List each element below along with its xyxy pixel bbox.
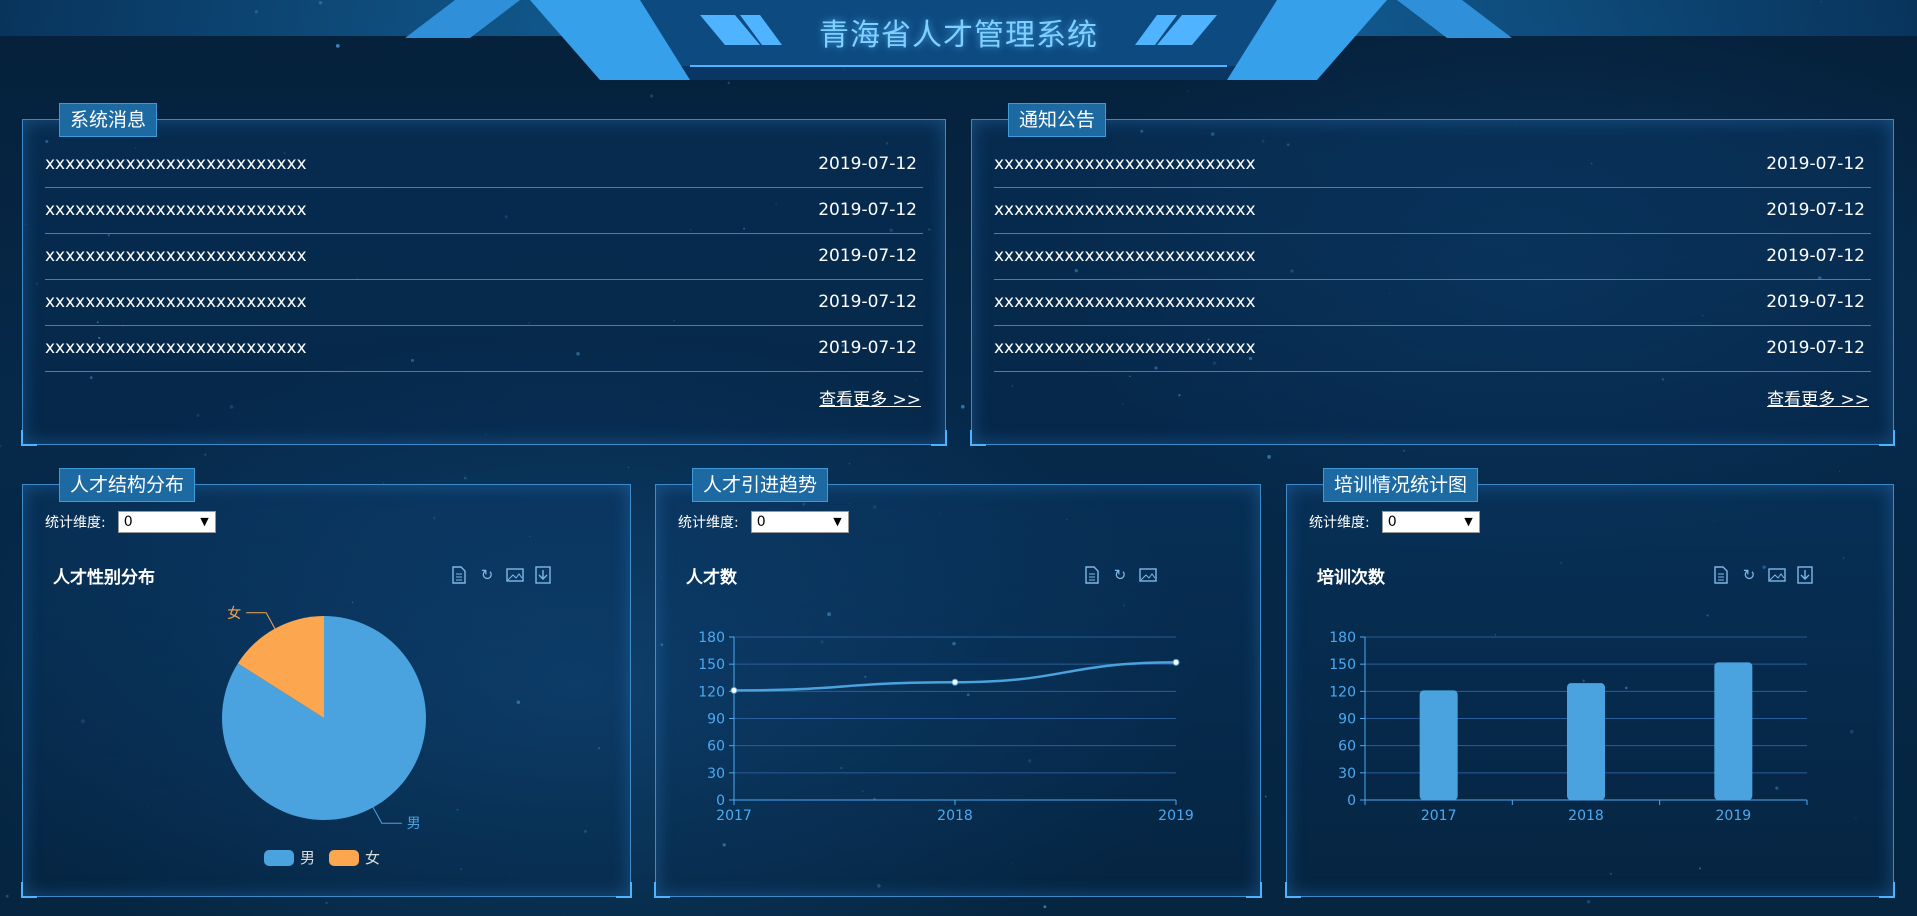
star-dot [463,476,467,480]
talent-trend-panel: 人才引进趋势 统计维度: 0 ▼ 人才数 ↻ 0 30 60 90 120 150 180 20… [654,468,1262,898]
list-item[interactable]: xxxxxxxxxxxxxxxxxxxxxxxxxx 2019-07-12 [45,326,923,372]
bar-2019[interactable] [1714,662,1753,800]
list-item[interactable]: xxxxxxxxxxxxxxxxxxxxxxxxxx 2019-07-12 [45,234,923,280]
message-text: xxxxxxxxxxxxxxxxxxxxxxxxxx [45,154,307,174]
legend-label[interactable]: 男 [300,849,315,867]
training-count-bar-chart: 0 30 60 90 120 150 180 2017 2018 2019 [1329,630,1808,824]
star-dot [1586,900,1591,904]
y-tick-label: 180 [1329,630,1356,646]
system-messages-panel: 系统消息 xxxxxxxxxxxxxxxxxxxxxxxxxx 2019-07-1… [21,103,947,446]
series-line [733,661,1177,692]
star-dot [204,453,207,456]
legend-swatch[interactable] [264,850,294,866]
message-text: xxxxxxxxxxxxxxxxxxxxxxxxxx [45,292,307,312]
message-date: 2019-07-12 [818,200,917,220]
x-tick-label: 2019 [1716,808,1752,824]
star-dot [627,466,630,469]
y-tick-label: 0 [716,793,725,809]
talent-structure-panel: 人才结构分布 统计维度: 0 ▼ 人才性别分布 ↻ 男女 男女 [21,468,632,898]
notice-text: xxxxxxxxxxxxxxxxxxxxxxxxxx [994,292,1256,312]
y-tick-label: 30 [1338,766,1356,782]
star-dot [650,94,654,98]
message-date: 2019-07-12 [818,292,917,312]
pie-label-line [246,612,276,629]
data-point-2019[interactable] [1172,658,1180,666]
notice-text: xxxxxxxxxxxxxxxxxxxxxxxxxx [994,338,1256,358]
system-messages-more-link[interactable]: 查看更多 >> [819,385,921,410]
star-dot [1403,450,1405,452]
notices-more-link[interactable]: 查看更多 >> [1767,385,1869,410]
list-item[interactable]: xxxxxxxxxxxxxxxxxxxxxxxxxx 2019-07-12 [45,280,923,326]
y-tick-label: 0 [1347,793,1356,809]
x-tick-label: 2018 [937,808,973,824]
star-dot [849,463,851,465]
x-tick-label: 2019 [1158,808,1194,824]
notice-date: 2019-07-12 [1766,154,1865,174]
y-tick-label: 180 [698,630,725,646]
data-point-2017[interactable] [730,686,738,694]
list-item[interactable]: xxxxxxxxxxxxxxxxxxxxxxxxxx 2019-07-12 [45,188,923,234]
list-item[interactable]: xxxxxxxxxxxxxxxxxxxxxxxxxx 2019-07-12 [994,234,1871,280]
list-item[interactable]: xxxxxxxxxxxxxxxxxxxxxxxxxx 2019-07-12 [994,188,1871,234]
system-messages-title: 系统消息 [59,103,158,137]
y-tick-label: 90 [1338,712,1356,728]
star-dot [960,404,965,409]
list-item[interactable]: xxxxxxxxxxxxxxxxxxxxxxxxxx 2019-07-12 [994,280,1871,326]
notice-date: 2019-07-12 [1766,338,1865,358]
talent-count-line-chart: 0 30 60 90 120 150 180 2017 2018 2019 [698,630,1194,824]
notice-date: 2019-07-12 [1766,246,1865,266]
notice-date: 2019-07-12 [1766,200,1865,220]
star-dot [0,445,2,448]
y-tick-label: 30 [707,766,725,782]
legend-label[interactable]: 女 [365,849,380,867]
pie-label: 男 [407,816,421,832]
bar-2017[interactable] [1419,690,1458,800]
data-point-2018[interactable] [951,678,959,686]
star-dot [564,914,565,916]
header-banner: 青海省人才管理系统 [0,0,1917,80]
pie-label: 女 [227,605,241,622]
message-text: xxxxxxxxxxxxxxxxxxxxxxxxxx [45,200,307,220]
notices-panel: 通知公告 xxxxxxxxxxxxxxxxxxxxxxxxxx 2019-07-1… [970,103,1895,446]
message-date: 2019-07-12 [818,154,917,174]
legend-swatch[interactable] [329,850,359,866]
star-dot [1265,795,1267,798]
message-date: 2019-07-12 [818,338,917,358]
page-title: 青海省人才管理系统 [819,18,1098,53]
talent-gender-pie-chart: 男女 男女 [222,605,427,867]
x-tick-label: 2018 [1568,808,1604,824]
star-dot [1838,470,1840,472]
pie-label-line [372,807,402,824]
star-dot [325,901,328,904]
list-item[interactable]: xxxxxxxxxxxxxxxxxxxxxxxxxx 2019-07-12 [994,326,1871,372]
notice-date: 2019-07-12 [1766,292,1865,312]
message-date: 2019-07-12 [818,246,917,266]
star-dot [1267,455,1271,459]
list-item[interactable]: xxxxxxxxxxxxxxxxxxxxxxxxxx 2019-07-12 [45,142,923,188]
star-dot [1043,905,1047,909]
message-text: xxxxxxxxxxxxxxxxxxxxxxxxxx [45,246,307,266]
y-tick-label: 120 [698,684,725,700]
y-tick-label: 120 [1329,684,1356,700]
notices-title: 通知公告 [1008,103,1107,137]
star-dot [727,81,731,85]
star-dot [5,894,9,898]
star-dot [1187,90,1189,92]
training-stats-panel: 培训情况统计图 统计维度: 0 ▼ 培训次数 ↻ 0 30 60 90 120 150 180… [1285,468,1895,898]
y-tick-label: 150 [1329,657,1356,673]
notice-text: xxxxxxxxxxxxxxxxxxxxxxxxxx [994,246,1256,266]
y-tick-label: 150 [698,657,725,673]
x-tick-label: 2017 [716,808,752,824]
notice-text: xxxxxxxxxxxxxxxxxxxxxxxxxx [994,154,1256,174]
y-tick-label: 60 [707,739,725,755]
notices-list: xxxxxxxxxxxxxxxxxxxxxxxxxx 2019-07-12 xxx… [994,142,1871,372]
list-item[interactable]: xxxxxxxxxxxxxxxxxxxxxxxxxx 2019-07-12 [994,142,1871,188]
message-text: xxxxxxxxxxxxxxxxxxxxxxxxxx [45,338,307,358]
system-messages-list: xxxxxxxxxxxxxxxxxxxxxxxxxx 2019-07-12 xxx… [45,142,923,372]
bar-2018[interactable] [1567,683,1605,800]
notice-text: xxxxxxxxxxxxxxxxxxxxxxxxxx [994,200,1256,220]
x-tick-label: 2017 [1421,808,1457,824]
y-tick-label: 60 [1338,739,1356,755]
y-tick-label: 90 [707,712,725,728]
